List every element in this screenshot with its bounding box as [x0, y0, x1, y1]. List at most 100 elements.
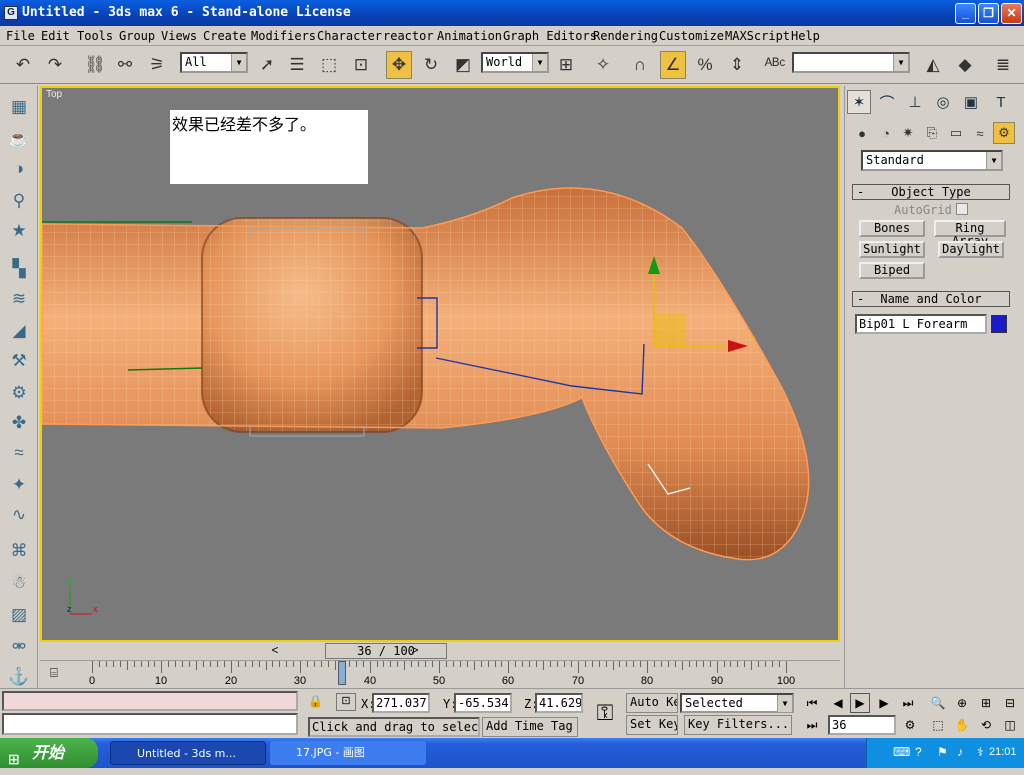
- taskbar-item-3dsmax[interactable]: Untitled - 3ds m...: [110, 741, 266, 765]
- go-to-start-icon[interactable]: ⏮: [802, 693, 822, 713]
- object-type-rollout[interactable]: - Object Type: [852, 184, 1010, 200]
- menu-customize[interactable]: Customize: [659, 29, 724, 43]
- systems-icon[interactable]: ⚙: [993, 122, 1015, 144]
- menu-reactor[interactable]: reactor: [383, 29, 434, 43]
- motion-tab-icon[interactable]: ◎: [931, 90, 955, 114]
- gear-icon[interactable]: ⚙: [6, 380, 32, 406]
- maximize-viewport-icon[interactable]: ◫: [1000, 715, 1020, 735]
- select-and-scale-icon[interactable]: ◩: [450, 51, 476, 79]
- close-button[interactable]: ✕: [1001, 3, 1022, 24]
- snap-3d-icon[interactable]: ∩: [627, 51, 653, 79]
- top-viewport[interactable]: x y z x Top 效果已经差不多了。: [40, 86, 840, 642]
- modify-tab-icon[interactable]: ⌒: [875, 90, 899, 114]
- cloth-icon[interactable]: ▨: [6, 602, 32, 628]
- cameras-icon[interactable]: ⎘: [921, 122, 943, 144]
- zoom-icon[interactable]: 🔍: [928, 693, 948, 713]
- menu-animation[interactable]: Animation: [437, 29, 502, 43]
- menu-group[interactable]: Group: [119, 29, 155, 43]
- zoom-extents-icon[interactable]: ⊞: [976, 693, 996, 713]
- hierarchy-tab-icon[interactable]: ⊥: [903, 90, 927, 114]
- antivirus-icon[interactable]: ⚕: [977, 745, 984, 759]
- space-warps-icon[interactable]: ≈: [969, 122, 991, 144]
- biped-icon[interactable]: ☃: [6, 570, 32, 596]
- x-coordinate-field[interactable]: 271.037: [372, 693, 430, 713]
- time-configuration-icon[interactable]: ⚙: [900, 715, 920, 735]
- select-by-name-icon[interactable]: ☰: [284, 51, 310, 79]
- bind-space-warp-icon[interactable]: ⚞: [144, 51, 170, 79]
- lock-selection-icon[interactable]: 🔒: [308, 694, 326, 712]
- box-primitive-icon[interactable]: ▦: [6, 94, 32, 120]
- maxscript-listener-pink[interactable]: [2, 691, 298, 711]
- checker-material-icon[interactable]: ▚: [6, 256, 32, 282]
- unlink-selection-icon[interactable]: ⚯: [112, 51, 138, 79]
- create-tab-icon[interactable]: ✶: [847, 90, 871, 114]
- menu-views[interactable]: Views: [161, 29, 197, 43]
- volume-icon[interactable]: ♪: [957, 745, 963, 759]
- teapot-icon[interactable]: ☕: [6, 126, 32, 152]
- object-name-field[interactable]: Bip01 L Forearm: [855, 314, 987, 334]
- select-object-icon[interactable]: ➚: [254, 51, 280, 79]
- auto-key-button[interactable]: Auto Key: [626, 693, 678, 713]
- lights-icon[interactable]: ✷: [897, 122, 919, 144]
- geometry-icon[interactable]: ●: [851, 122, 873, 144]
- arc-rotate-icon[interactable]: ⟲: [976, 715, 996, 735]
- link-chain-icon[interactable]: ⚮: [6, 634, 32, 660]
- wind-icon[interactable]: ✤: [6, 410, 32, 436]
- menu-rendering[interactable]: Rendering: [593, 29, 658, 43]
- minimize-button[interactable]: _: [955, 3, 976, 24]
- align-icon[interactable]: ◆: [952, 51, 978, 79]
- autogrid-checkbox[interactable]: [956, 203, 968, 215]
- zoom-extents-all-icon[interactable]: ⊟: [1000, 693, 1020, 713]
- layer-manager-icon[interactable]: ≣: [990, 51, 1016, 79]
- set-key-button[interactable]: Set Key: [626, 715, 678, 735]
- viewport-label[interactable]: Top: [46, 89, 62, 100]
- play-icon[interactable]: ▶: [850, 693, 870, 713]
- foot-icon[interactable]: ⚓: [6, 664, 32, 690]
- knot-icon[interactable]: ⌘: [6, 538, 32, 564]
- next-frame-button[interactable]: >: [408, 643, 422, 659]
- undo-icon[interactable]: ↶: [10, 51, 36, 79]
- key-mode-dropdown[interactable]: Selected ▼: [680, 693, 794, 713]
- reference-coordinate-dropdown[interactable]: World ▼: [481, 52, 549, 73]
- shapes-icon[interactable]: ◔: [875, 122, 897, 144]
- menu-character[interactable]: Character: [317, 29, 382, 43]
- help-icon[interactable]: ?: [915, 745, 922, 759]
- named-selection-dropdown[interactable]: ▼: [792, 52, 910, 73]
- taskbar-item-paint[interactable]: 17.JPG - 画图: [270, 741, 426, 765]
- previous-key-icon[interactable]: ◀: [828, 693, 848, 713]
- rectangular-selection-icon[interactable]: ⬚: [316, 51, 342, 79]
- menu-modifiers[interactable]: Modifiers: [251, 29, 316, 43]
- menu-maxscript[interactable]: MAXScript: [725, 29, 790, 43]
- add-time-tag-button[interactable]: Add Time Tag: [482, 717, 578, 737]
- mirror-icon[interactable]: ◭: [920, 51, 946, 79]
- restore-button[interactable]: ❐: [978, 3, 999, 24]
- helpers-icon[interactable]: ▭: [945, 122, 967, 144]
- display-tab-icon[interactable]: ▣: [959, 90, 983, 114]
- menu-edit[interactable]: Edit: [41, 29, 70, 43]
- key-icon[interactable]: ⚿: [586, 693, 624, 735]
- z-coordinate-field[interactable]: 41.629: [535, 693, 583, 713]
- ripple-icon[interactable]: ≈: [6, 440, 32, 466]
- select-and-manipulate-icon[interactable]: ✧: [590, 51, 616, 79]
- current-frame-marker[interactable]: [338, 661, 346, 685]
- absolute-mode-icon[interactable]: ⊡: [336, 693, 356, 711]
- menu-graph-editors[interactable]: Graph Editors: [503, 29, 597, 43]
- daylight-button[interactable]: Daylight: [938, 241, 1004, 258]
- biped-button[interactable]: Biped: [859, 262, 925, 279]
- go-to-end-icon[interactable]: ⏭: [898, 693, 918, 713]
- tube-icon[interactable]: ◢: [6, 318, 32, 344]
- select-and-rotate-icon[interactable]: ↻: [418, 51, 444, 79]
- current-frame-field[interactable]: 36: [828, 715, 896, 735]
- key-mode-toggle-icon[interactable]: ⏭: [802, 715, 822, 735]
- category-dropdown[interactable]: Standard ▼: [861, 150, 1003, 171]
- y-coordinate-field[interactable]: -65.534: [454, 693, 512, 713]
- bones-button[interactable]: Bones: [859, 220, 925, 237]
- redo-icon[interactable]: ↷: [42, 51, 68, 79]
- ring-array-button[interactable]: Ring Array: [934, 220, 1006, 248]
- spring-icon[interactable]: ≋: [6, 286, 32, 312]
- keyboard-icon[interactable]: ⌨: [893, 745, 910, 759]
- wave-icon[interactable]: ∿: [6, 502, 32, 528]
- selection-filter-dropdown[interactable]: All ▼: [180, 52, 248, 73]
- spinner-snap-icon[interactable]: ⇕: [724, 51, 750, 79]
- start-button[interactable]: ⊞ 开始: [0, 738, 98, 768]
